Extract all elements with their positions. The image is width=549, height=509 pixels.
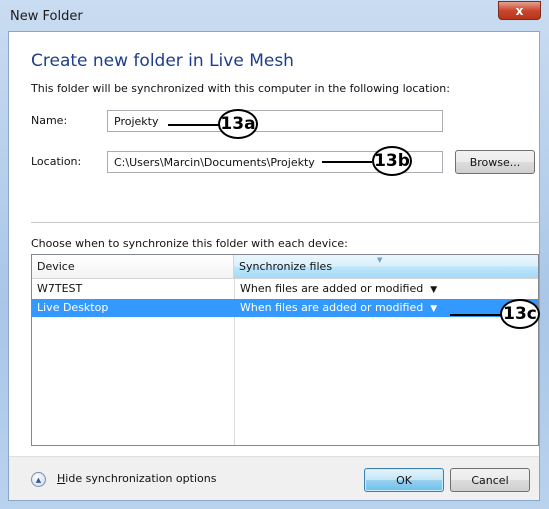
- cancel-button[interactable]: Cancel: [450, 468, 530, 492]
- hide-sync-options-link[interactable]: Hide synchronization options: [57, 472, 216, 485]
- ok-button[interactable]: OK: [364, 468, 444, 492]
- dialog-subtitle: This folder will be synchronized with th…: [31, 82, 450, 95]
- sync-option-value: When files are added or modified: [240, 301, 424, 314]
- sync-option-dropdown[interactable]: When files are added or modified ▼: [240, 301, 437, 314]
- triangle-down-icon[interactable]: ▼: [430, 304, 437, 314]
- device-row[interactable]: W7TEST When files are added or modified ▼: [32, 280, 538, 298]
- column-header-device[interactable]: Device: [32, 255, 234, 278]
- window-title: New Folder: [10, 9, 83, 24]
- dialog-heading: Create new folder in Live Mesh: [31, 51, 294, 71]
- window-frame: New Folder x Create new folder in Live M…: [0, 0, 549, 509]
- callout-line: [168, 124, 220, 126]
- device-list[interactable]: Device Synchronize files ▼ W7TEST When f…: [31, 254, 539, 446]
- sync-option-dropdown[interactable]: When files are added or modified ▼: [240, 282, 437, 295]
- triangle-down-icon[interactable]: ▼: [430, 285, 437, 295]
- chevron-up-icon[interactable]: ▲: [31, 472, 46, 487]
- sync-instructions: Choose when to synchronize this folder w…: [31, 237, 348, 250]
- callout-line: [450, 314, 504, 316]
- browse-button[interactable]: Browse...: [455, 150, 535, 174]
- column-header-synchronize-files[interactable]: Synchronize files: [234, 255, 538, 278]
- callout-13b: 13b: [372, 146, 412, 176]
- title-bar: New Folder x: [0, 0, 549, 32]
- device-name: Live Desktop: [37, 301, 109, 314]
- callout-13c: 13c: [500, 299, 540, 329]
- close-button[interactable]: x: [498, 1, 541, 20]
- device-list-header: Device Synchronize files ▼: [32, 255, 538, 279]
- sync-option-value: When files are added or modified: [240, 282, 424, 295]
- location-label: Location:: [31, 155, 82, 168]
- sort-arrow-icon: ▼: [377, 256, 383, 264]
- callout-line: [322, 161, 372, 163]
- hide-sync-options-label: ide synchronization options: [65, 472, 217, 485]
- close-icon: x: [515, 3, 524, 18]
- device-name: W7TEST: [37, 282, 83, 295]
- callout-13a: 13a: [218, 109, 258, 139]
- name-label: Name:: [31, 114, 68, 127]
- name-input[interactable]: Projekty: [107, 110, 443, 132]
- section-divider: [31, 222, 541, 223]
- dialog-body: Create new folder in Live Mesh This fold…: [8, 31, 541, 501]
- dialog-footer: ▲ Hide synchronization options OK Cancel: [9, 456, 539, 500]
